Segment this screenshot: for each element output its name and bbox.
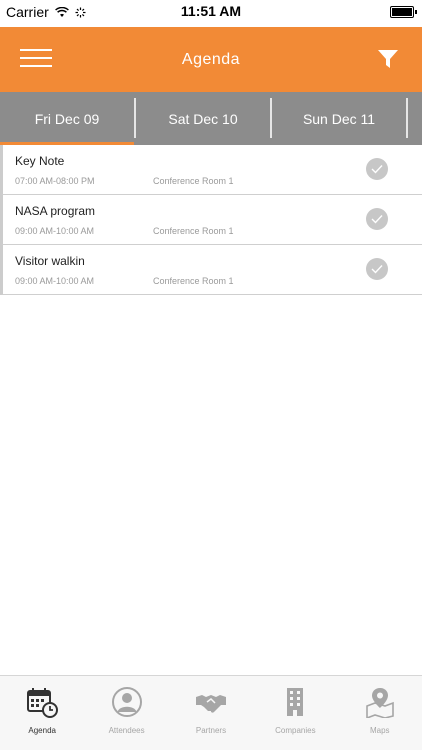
- bottom-nav: Agenda Attendees Partners Companies Maps: [0, 675, 422, 750]
- tab-sun-dec-11[interactable]: Sun Dec 11: [272, 92, 406, 145]
- tab-label: Sun Dec 11: [302, 110, 376, 127]
- battery-icon: [390, 6, 417, 18]
- status-bar: Carrier 11:51 AM: [0, 0, 422, 24]
- app-header: Agenda: [0, 27, 422, 92]
- calendar-clock-icon: [27, 688, 59, 718]
- agenda-item-time: 07:00 AM-08:00 PM: [15, 176, 95, 186]
- nav-maps[interactable]: Maps: [338, 676, 422, 750]
- agenda-item-room: Conference Room 1: [153, 276, 234, 286]
- nav-agenda[interactable]: Agenda: [0, 676, 84, 750]
- agenda-item-visitor-walkin[interactable]: Visitor walkin 09:00 AM-10:00 AM Confere…: [0, 245, 422, 295]
- tab-label: Sat Dec 10: [168, 110, 238, 127]
- date-tabs: Fri Dec 09 Sat Dec 10 Sun Dec 11: [0, 92, 422, 145]
- building-icon: [287, 688, 304, 716]
- agenda-item-room: Conference Room 1: [153, 226, 234, 236]
- tab-label: Fri Dec 09: [34, 110, 100, 127]
- nav-label: Agenda: [28, 726, 56, 735]
- person-icon: [111, 687, 142, 717]
- checkmark-icon[interactable]: [366, 208, 388, 230]
- page-title: Agenda: [181, 51, 241, 68]
- status-time: 11:51 AM: [180, 3, 242, 19]
- nav-partners[interactable]: Partners: [169, 676, 253, 750]
- map-pin-icon: [365, 688, 394, 718]
- nav-label: Companies: [275, 726, 316, 735]
- agenda-item-title: Visitor walkin: [15, 254, 85, 268]
- tab-sat-dec-10[interactable]: Sat Dec 10: [136, 92, 270, 145]
- agenda-item-room: Conference Room 1: [153, 176, 234, 186]
- handshake-icon: [195, 695, 226, 713]
- agenda-item-nasa-program[interactable]: NASA program 09:00 AM-10:00 AM Conferenc…: [0, 195, 422, 245]
- agenda-item-title: NASA program: [15, 204, 96, 218]
- nav-companies[interactable]: Companies: [253, 676, 337, 750]
- nav-label: Attendees: [108, 726, 145, 735]
- agenda-list: Key Note 07:00 AM-08:00 PM Conference Ro…: [0, 145, 422, 295]
- agenda-item-title: Key Note: [15, 154, 65, 168]
- nav-label: Partners: [195, 726, 227, 735]
- agenda-item-time: 09:00 AM-10:00 AM: [15, 276, 95, 286]
- filter-icon[interactable]: [376, 47, 400, 71]
- tab-fri-dec-09[interactable]: Fri Dec 09: [0, 92, 134, 145]
- nav-label: Maps: [369, 726, 390, 735]
- nav-attendees[interactable]: Attendees: [84, 676, 168, 750]
- checkmark-icon[interactable]: [366, 158, 388, 180]
- agenda-item-key-note[interactable]: Key Note 07:00 AM-08:00 PM Conference Ro…: [0, 145, 422, 195]
- checkmark-icon[interactable]: [366, 258, 388, 280]
- tab-divider: [406, 98, 408, 138]
- agenda-item-time: 09:00 AM-10:00 AM: [15, 226, 95, 236]
